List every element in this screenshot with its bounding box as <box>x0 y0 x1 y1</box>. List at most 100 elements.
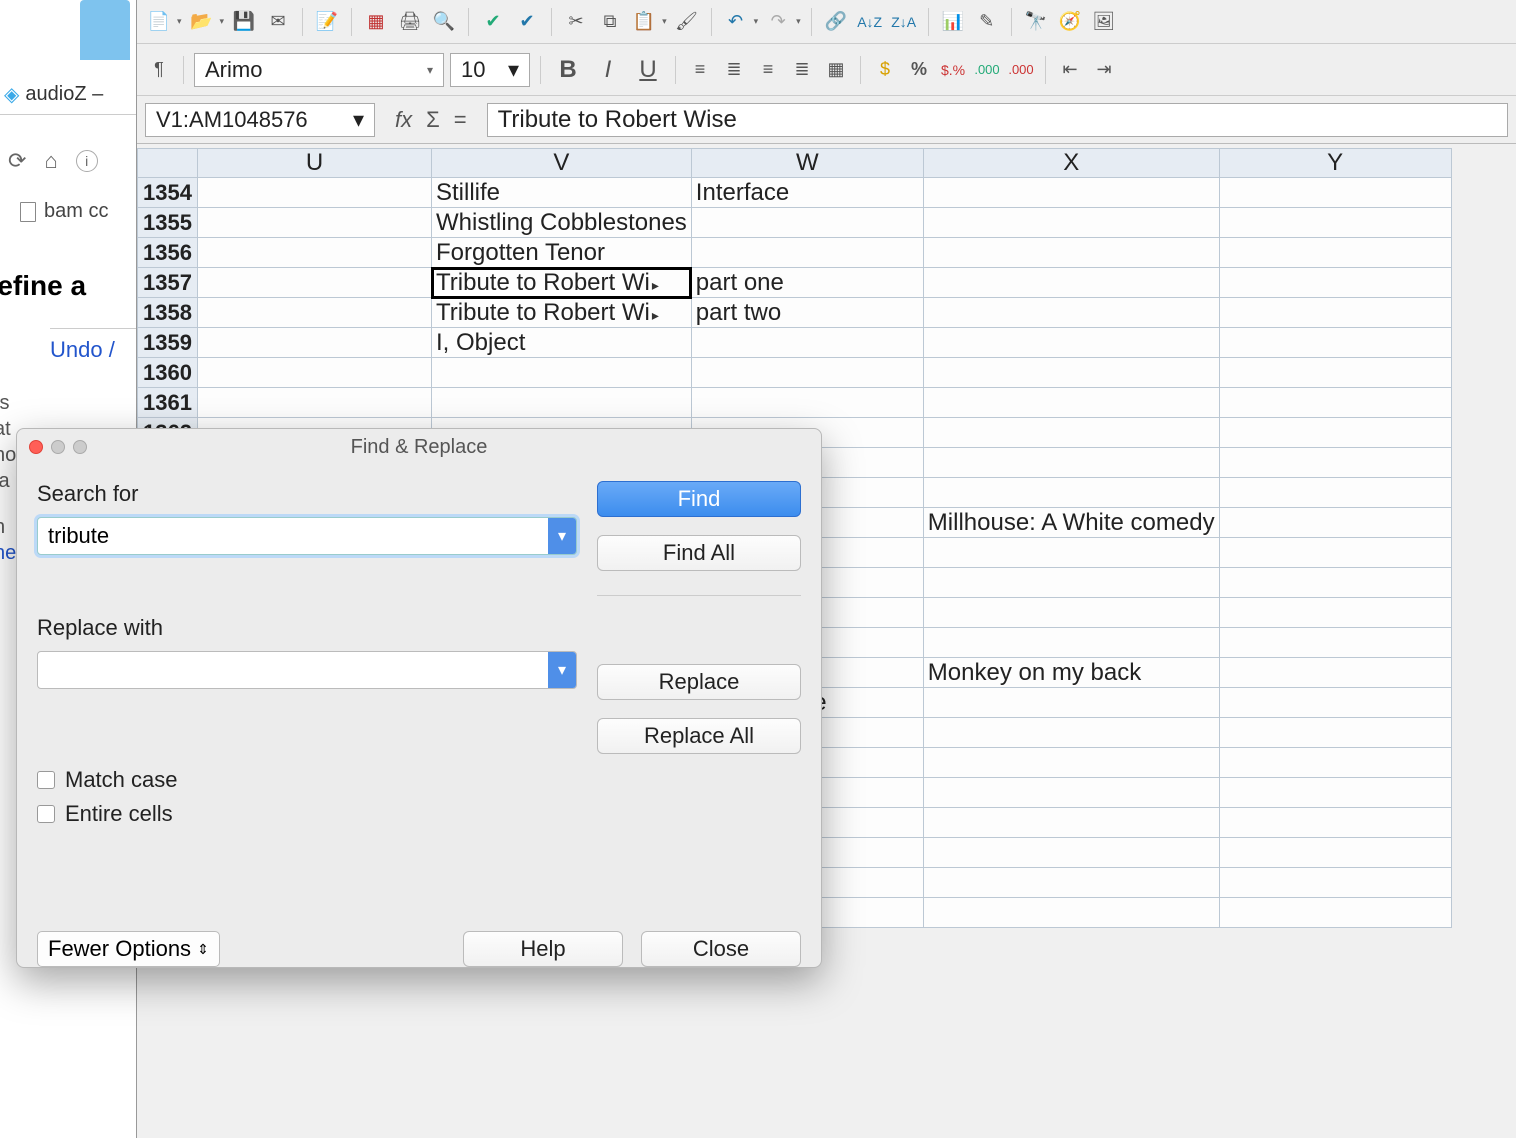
cell[interactable] <box>1219 868 1451 898</box>
replace-with-input[interactable] <box>38 652 548 688</box>
row-header[interactable]: 1356 <box>138 238 198 268</box>
cell[interactable]: part two <box>691 298 923 328</box>
print-icon[interactable]: 🖨 <box>396 8 424 36</box>
preview-icon[interactable]: 🔍 <box>430 8 458 36</box>
cell[interactable] <box>1219 178 1451 208</box>
spellcheck-icon[interactable]: ✔ <box>479 8 507 36</box>
cell[interactable] <box>923 748 1219 778</box>
italic-icon[interactable]: I <box>591 56 625 84</box>
undo-icon[interactable]: ↶ <box>722 8 750 36</box>
cell[interactable] <box>1219 328 1451 358</box>
column-header[interactable]: X <box>923 149 1219 178</box>
cell[interactable]: part one <box>691 268 923 298</box>
gallery-icon[interactable]: 🖼 <box>1090 8 1118 36</box>
cell[interactable] <box>923 358 1219 388</box>
remove-decimal-icon[interactable]: .000 <box>1007 56 1035 84</box>
row-header[interactable]: 1355 <box>138 208 198 238</box>
cell[interactable] <box>198 178 432 208</box>
checkbox-icon[interactable] <box>37 805 55 823</box>
cell[interactable] <box>1219 808 1451 838</box>
close-window-icon[interactable] <box>29 440 43 454</box>
column-header[interactable]: V <box>432 149 692 178</box>
font-size-select[interactable]: 10 ▾ <box>450 53 530 87</box>
cell[interactable] <box>1219 628 1451 658</box>
row-header[interactable]: 1357 <box>138 268 198 298</box>
row-header[interactable]: 1360 <box>138 358 198 388</box>
cell[interactable] <box>1219 478 1451 508</box>
home-icon[interactable]: ⌂ <box>44 148 57 174</box>
cell[interactable] <box>923 718 1219 748</box>
row-header[interactable]: 1361 <box>138 388 198 418</box>
row-header[interactable]: 1359 <box>138 328 198 358</box>
cell[interactable] <box>923 778 1219 808</box>
close-button[interactable]: Close <box>641 931 801 967</box>
bookmark-item[interactable]: bam cc <box>20 200 108 223</box>
match-case-checkbox[interactable]: Match case <box>37 767 577 793</box>
show-draw-icon[interactable]: ✎ <box>973 8 1001 36</box>
chevron-down-icon[interactable]: ▾ <box>548 518 576 554</box>
formula-input[interactable] <box>487 103 1508 137</box>
column-header[interactable]: W <box>691 149 923 178</box>
format-paint-icon[interactable]: 🖌 <box>673 8 701 36</box>
decrease-indent-icon[interactable]: ⇤ <box>1056 56 1084 84</box>
cell[interactable] <box>198 298 432 328</box>
undo-link[interactable]: Undo / <box>50 328 150 363</box>
replace-button[interactable]: Replace <box>597 664 801 700</box>
navigator-icon[interactable]: 🧭 <box>1056 8 1084 36</box>
copy-icon[interactable]: ⧉ <box>596 8 624 36</box>
bold-icon[interactable]: B <box>551 56 585 84</box>
cell[interactable] <box>691 358 923 388</box>
align-right-icon[interactable]: ≡ <box>754 56 782 84</box>
column-header[interactable]: Y <box>1219 149 1451 178</box>
equals-icon[interactable]: = <box>454 107 467 133</box>
cell[interactable] <box>1219 418 1451 448</box>
help-button[interactable]: Help <box>463 931 623 967</box>
merge-cells-icon[interactable]: ▦ <box>822 56 850 84</box>
cell[interactable]: Forgotten Tenor <box>432 238 692 268</box>
cell[interactable] <box>923 538 1219 568</box>
cell[interactable] <box>432 388 692 418</box>
cell[interactable] <box>198 388 432 418</box>
cell[interactable]: Tribute to Robert Wi <box>432 298 692 328</box>
cell[interactable] <box>1219 838 1451 868</box>
cell[interactable] <box>923 868 1219 898</box>
cell[interactable] <box>1219 238 1451 268</box>
entire-cells-checkbox[interactable]: Entire cells <box>37 801 577 827</box>
cell[interactable] <box>923 448 1219 478</box>
cell[interactable] <box>923 598 1219 628</box>
save-icon[interactable]: 💾 <box>230 8 258 36</box>
redo-icon[interactable]: ↷ <box>764 8 792 36</box>
add-decimal-icon[interactable]: .000 <box>973 56 1001 84</box>
reload-icon[interactable]: ⟳ <box>8 148 26 174</box>
styles-icon[interactable]: ¶ <box>145 56 173 84</box>
cell[interactable] <box>1219 778 1451 808</box>
search-for-combo[interactable]: ▾ <box>37 517 577 555</box>
find-button[interactable]: Find <box>597 481 801 517</box>
cell[interactable] <box>1219 568 1451 598</box>
export-pdf-icon[interactable]: ▦ <box>362 8 390 36</box>
cell[interactable] <box>923 238 1219 268</box>
align-left-icon[interactable]: ≡ <box>686 56 714 84</box>
cell[interactable] <box>923 418 1219 448</box>
cell[interactable] <box>1219 748 1451 778</box>
cell[interactable] <box>691 208 923 238</box>
autospell-icon[interactable]: ✔ <box>513 8 541 36</box>
cell[interactable]: I, Object <box>432 328 692 358</box>
cell[interactable] <box>1219 268 1451 298</box>
checkbox-icon[interactable] <box>37 771 55 789</box>
percent-icon[interactable]: % <box>905 56 933 84</box>
cell[interactable] <box>198 268 432 298</box>
cell[interactable] <box>1219 718 1451 748</box>
browser-tab[interactable]: ◈ audioZ – <box>0 75 139 115</box>
cell[interactable] <box>198 208 432 238</box>
new-doc-icon[interactable]: 📄 <box>145 8 173 36</box>
cell[interactable] <box>923 178 1219 208</box>
underline-icon[interactable]: U <box>631 56 665 84</box>
cell[interactable] <box>1219 538 1451 568</box>
cell[interactable] <box>1219 388 1451 418</box>
name-box[interactable]: V1:AM1048576 ▾ <box>145 103 375 137</box>
cell[interactable] <box>1219 508 1451 538</box>
cell[interactable] <box>432 358 692 388</box>
cut-icon[interactable]: ✂ <box>562 8 590 36</box>
cell[interactable] <box>923 298 1219 328</box>
